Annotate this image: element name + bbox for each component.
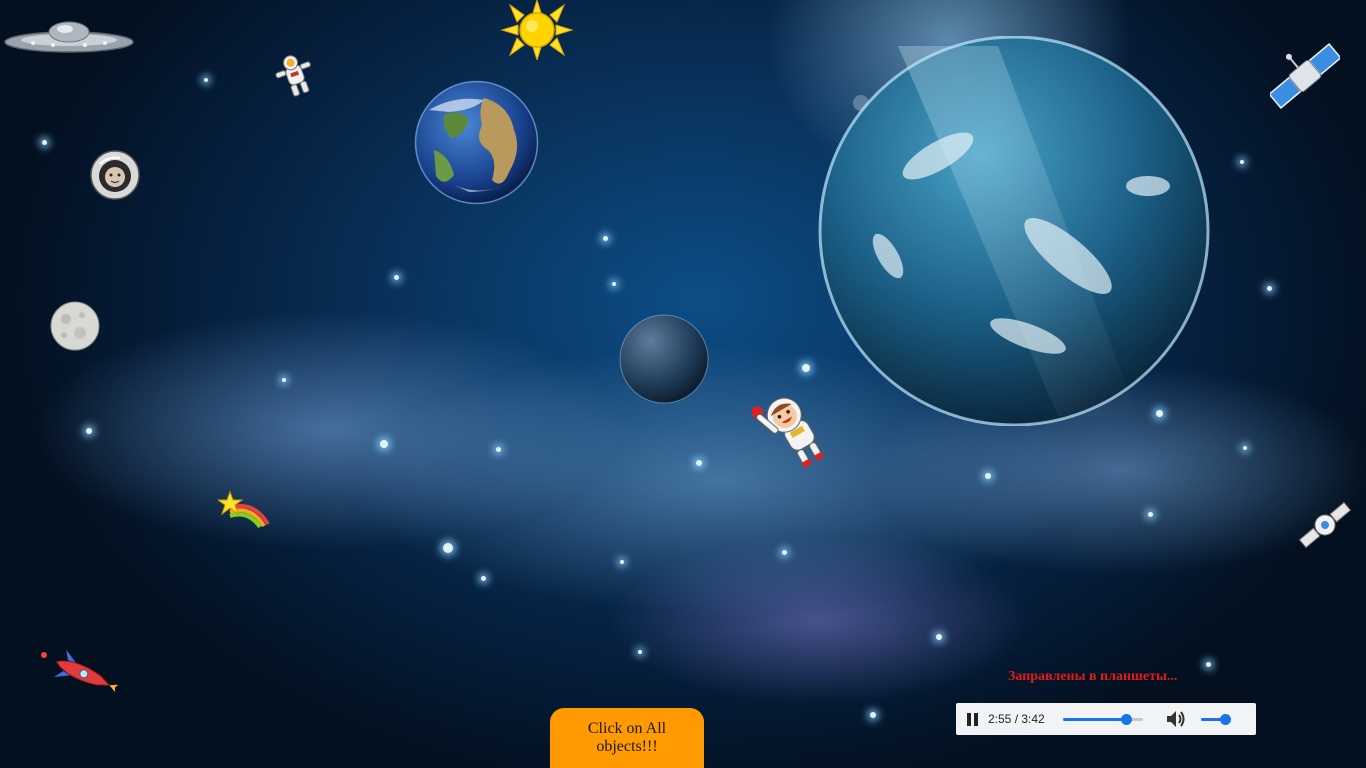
pause-icon bbox=[966, 712, 971, 726]
pause-icon bbox=[973, 712, 978, 726]
current-time: 2:55 bbox=[988, 712, 1012, 726]
star bbox=[1243, 446, 1247, 450]
seek-slider[interactable] bbox=[1062, 713, 1143, 725]
astronaut-icon[interactable] bbox=[272, 52, 318, 98]
seek-thumb[interactable] bbox=[1120, 713, 1132, 725]
audio-player[interactable]: 2:55 / 3:42 bbox=[956, 703, 1256, 735]
star bbox=[443, 543, 453, 553]
star bbox=[496, 447, 501, 452]
star bbox=[603, 236, 608, 241]
cosmonaut-helmet-icon[interactable] bbox=[90, 150, 140, 200]
star bbox=[870, 712, 876, 718]
star bbox=[282, 378, 286, 382]
star bbox=[696, 460, 702, 466]
satellite-icon[interactable] bbox=[1298, 498, 1352, 552]
duration: 3:42 bbox=[1021, 712, 1045, 726]
satellite-icon[interactable] bbox=[1270, 37, 1340, 115]
rocket-icon[interactable] bbox=[40, 650, 124, 696]
shooting-star-icon[interactable] bbox=[218, 490, 270, 528]
star bbox=[802, 364, 810, 372]
star bbox=[1240, 160, 1244, 164]
big-blue-planet[interactable] bbox=[818, 36, 1210, 426]
star bbox=[1206, 662, 1211, 667]
status-text: Заправлены в планшеты... bbox=[1008, 669, 1178, 684]
pause-button[interactable] bbox=[964, 711, 980, 727]
star bbox=[86, 428, 92, 434]
ufo-icon[interactable] bbox=[3, 18, 135, 58]
star bbox=[1267, 286, 1272, 291]
star bbox=[42, 140, 47, 145]
time-display: 2:55 / 3:42 bbox=[988, 712, 1045, 726]
star bbox=[638, 650, 642, 654]
star bbox=[612, 282, 616, 286]
seek-fill bbox=[1062, 717, 1126, 721]
star bbox=[782, 550, 787, 555]
star bbox=[936, 634, 942, 640]
star bbox=[481, 576, 486, 581]
click-all-objects-button[interactable]: Click on All objects!!! bbox=[550, 708, 704, 768]
cartoon-astronaut-kid[interactable] bbox=[752, 386, 836, 470]
volume-slider[interactable] bbox=[1200, 713, 1231, 725]
earth-planet[interactable] bbox=[414, 80, 539, 205]
star bbox=[985, 473, 991, 479]
time-separator: / bbox=[1011, 712, 1022, 726]
dark-planet[interactable] bbox=[619, 314, 709, 404]
star bbox=[1148, 512, 1153, 517]
sun-icon[interactable] bbox=[500, 0, 574, 60]
star bbox=[394, 275, 399, 280]
moon-icon[interactable] bbox=[50, 301, 100, 351]
volume-thumb[interactable] bbox=[1219, 713, 1231, 725]
volume-icon[interactable] bbox=[1165, 709, 1187, 729]
space-background bbox=[0, 0, 1366, 768]
star bbox=[380, 440, 388, 448]
star bbox=[204, 78, 208, 82]
star bbox=[620, 560, 624, 564]
